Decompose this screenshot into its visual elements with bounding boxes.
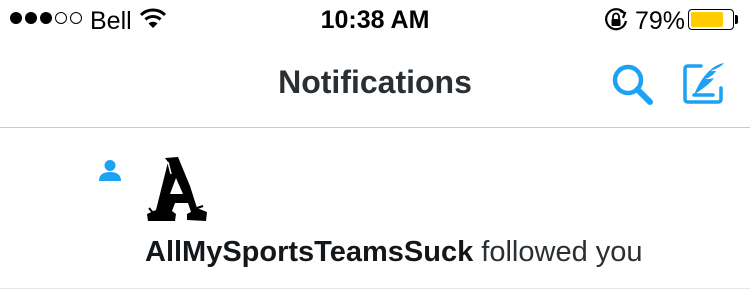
notification-divider bbox=[0, 288, 750, 289]
notification-text: AllMySportsTeamsSuck followed you bbox=[145, 236, 643, 269]
letter-a-logo bbox=[147, 157, 207, 221]
notification-item[interactable]: AllMySportsTeamsSuck followed you bbox=[0, 128, 750, 288]
battery-level-fill bbox=[691, 12, 723, 27]
search-icon bbox=[612, 64, 653, 105]
battery-percentage: 79% bbox=[635, 7, 686, 35]
search-button[interactable] bbox=[610, 62, 656, 113]
compose-tweet-button[interactable] bbox=[683, 62, 727, 109]
avatar[interactable] bbox=[145, 156, 211, 229]
compose-tweet-icon bbox=[683, 63, 724, 104]
notifications-screen: Bell 10:38 AM 79% Notifications AllMySpo… bbox=[0, 0, 750, 290]
person-icon bbox=[98, 158, 122, 187]
battery-tip bbox=[735, 15, 738, 24]
notification-action: followed you bbox=[481, 236, 643, 268]
rotation-lock-icon bbox=[603, 8, 629, 37]
status-bar: Bell 10:38 AM 79% bbox=[0, 0, 750, 40]
username-link[interactable]: AllMySportsTeamsSuck bbox=[145, 236, 473, 268]
battery-icon bbox=[688, 9, 734, 30]
